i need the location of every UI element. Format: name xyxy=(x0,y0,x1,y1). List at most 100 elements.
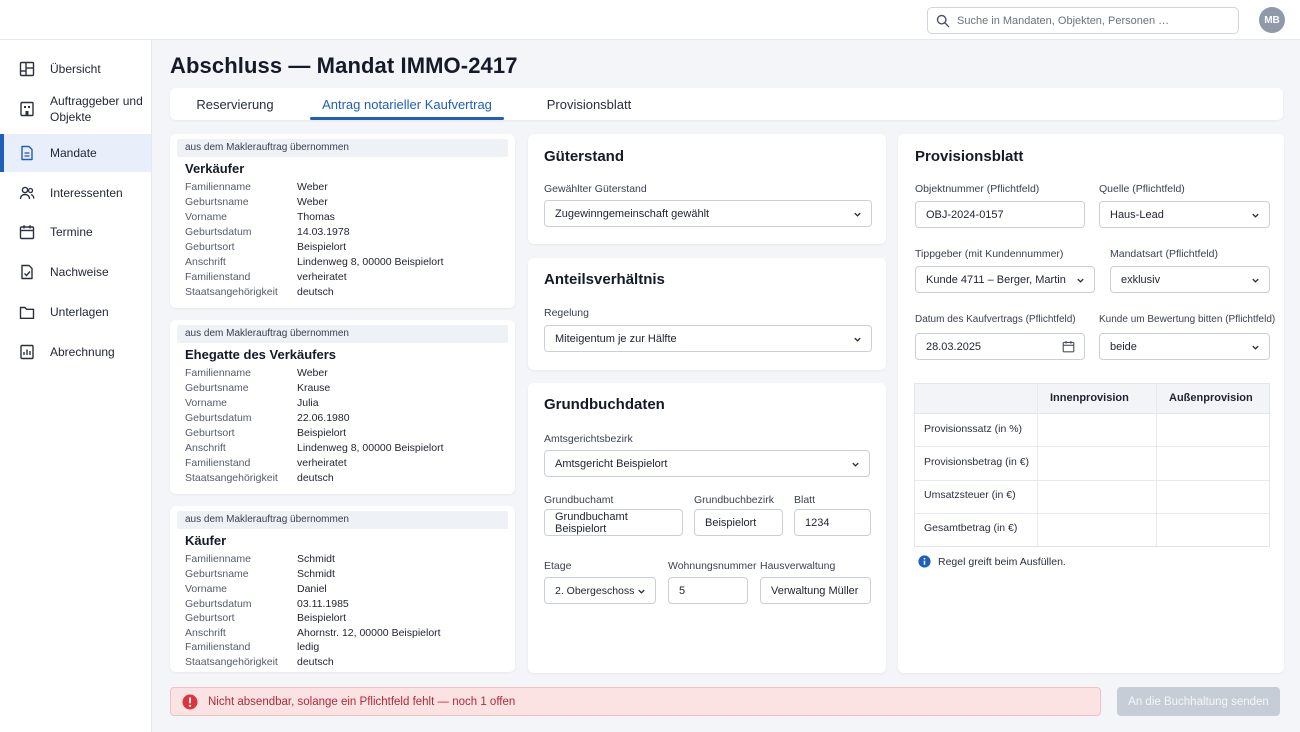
row-value: Beispielort xyxy=(297,241,347,253)
row-value: Thomas xyxy=(297,211,335,223)
alert-text: Nicht absendbar, solange ein Pflichtfeld… xyxy=(208,695,516,708)
row-key: Familienstand xyxy=(185,641,251,653)
tab-bar: Reservierung Antrag notarieller Kaufvert… xyxy=(170,88,1283,120)
grundbuchbezirk-input[interactable]: Beispielort xyxy=(694,509,783,536)
bewertung-select[interactable]: beide xyxy=(1099,333,1270,360)
etage-select[interactable]: 2. Obergeschoss xyxy=(544,577,656,604)
quelle-select[interactable]: Haus-Lead xyxy=(1099,201,1270,228)
row-key: Geburtsort xyxy=(185,241,235,253)
sidebar-item-interessenten[interactable]: Interessenten xyxy=(0,182,151,204)
row-divider xyxy=(915,446,1269,447)
select-value: 2. Obergeschoss xyxy=(555,584,635,597)
row-value: verheiratet xyxy=(297,271,347,283)
person-title: Ehegatte des Verkäufers xyxy=(185,347,337,362)
field-label: Grundbuchbezirk xyxy=(694,494,774,506)
row-value: Daniel xyxy=(297,583,327,595)
folder-icon xyxy=(19,304,35,320)
row-value: 22.06.1980 xyxy=(297,412,350,424)
field-label: Mandatsart (Pflichtfeld) xyxy=(1110,248,1218,260)
tab-reservierung[interactable]: Reservierung xyxy=(188,88,282,120)
hausverwaltung-input[interactable]: Verwaltung Müller xyxy=(760,577,871,604)
kaufvertrag-date-input[interactable]: 28.03.2025 xyxy=(915,333,1085,360)
row-divider xyxy=(915,480,1269,481)
sidebar-item-auftraggeber[interactable]: Auftraggeber und Objekte xyxy=(0,92,151,126)
mandatsart-select[interactable]: exklusiv xyxy=(1110,266,1270,293)
sidebar-item-uebersicht[interactable]: Übersicht xyxy=(0,58,151,80)
table-row-label: Provisionsbetrag (in €) xyxy=(924,456,1030,468)
row-key: Familienname xyxy=(185,553,251,565)
row-key: Anschrift xyxy=(185,442,226,454)
grundbuchamt-input[interactable]: Grundbuchamt Beispielort xyxy=(544,509,683,536)
row-value: Krause xyxy=(297,382,331,394)
field-label: Hausverwaltung xyxy=(760,560,836,572)
person-card-ehegatte: aus dem Maklerauftrag übernommen Ehegatt… xyxy=(170,320,515,494)
sidebar-item-nachweise[interactable]: Nachweise xyxy=(0,261,151,283)
row-value: ledig xyxy=(297,641,320,653)
search-box[interactable] xyxy=(927,7,1239,34)
regelung-select[interactable]: Miteigentum je zur Hälfte xyxy=(544,325,872,352)
user-avatar[interactable]: MB xyxy=(1259,7,1285,33)
calendar-icon[interactable] xyxy=(1062,340,1075,353)
date-value: 28.03.2025 xyxy=(926,340,982,353)
row-value: Beispielort xyxy=(297,612,347,624)
send-to-accounting-button[interactable]: An die Buchhaltung senden xyxy=(1117,687,1280,716)
row-key: Geburtsdatum xyxy=(185,412,252,424)
row-key: Geburtsname xyxy=(185,196,249,208)
sidebar-item-label: Nachweise xyxy=(50,265,109,279)
field-label: Wohnungsnummer xyxy=(668,560,757,572)
tippgeber-select[interactable]: Kunde 4711 – Berger, Martin xyxy=(915,266,1095,293)
chevron-down-icon xyxy=(1252,278,1259,283)
select-value: Amtsgericht Beispielort xyxy=(555,457,668,470)
row-key: Geburtsort xyxy=(185,427,235,439)
row-key: Familienname xyxy=(185,367,251,379)
sidebar: Übersicht Auftraggeber und Objekte Manda… xyxy=(0,40,152,732)
sidebar-item-label: Interessenten xyxy=(50,186,123,200)
provision-table: Innenprovision Außenprovision Provisions… xyxy=(914,383,1270,547)
row-key: Staatsangehörigkeit xyxy=(185,286,278,298)
file-check-icon xyxy=(19,264,35,280)
amtsgericht-select[interactable]: Amtsgericht Beispielort xyxy=(544,450,870,477)
row-key: Geburtsname xyxy=(185,382,249,394)
chevron-down-icon xyxy=(854,212,861,217)
select-value: exklusiv xyxy=(1121,273,1161,286)
row-value: Weber xyxy=(297,181,328,193)
chevron-down-icon xyxy=(1252,213,1259,218)
building-icon xyxy=(19,101,35,117)
gueterstand-card: Güterstand Gewählter Güterstand Zugewinn… xyxy=(528,134,886,244)
section-title: Anteilsverhältnis xyxy=(544,271,665,288)
section-title: Grundbuchdaten xyxy=(544,396,665,413)
sidebar-item-mandate[interactable]: Mandate xyxy=(0,134,151,172)
field-label: Objektnummer (Pflichtfeld) xyxy=(915,183,1040,195)
blatt-input[interactable]: 1234 xyxy=(794,509,871,536)
calendar-icon xyxy=(19,224,35,240)
table-row-label: Provisionssatz (in %) xyxy=(924,423,1023,435)
tab-antrag-kaufvertrag[interactable]: Antrag notarieller Kaufvertrag xyxy=(310,88,504,120)
select-value: beide xyxy=(1110,340,1137,353)
row-key: Vorname xyxy=(185,397,228,409)
sidebar-item-termine[interactable]: Termine xyxy=(0,221,151,243)
sidebar-item-abrechnung[interactable]: Abrechnung xyxy=(0,341,151,363)
field-label: Gewählter Güterstand xyxy=(544,183,647,195)
sidebar-item-label: Auftraggeber und Objekte xyxy=(50,94,143,124)
person-card-verkaeufer: aus dem Maklerauftrag übernommen Verkäuf… xyxy=(170,134,515,308)
table-row-label: Umsatzsteuer (in €) xyxy=(924,489,1016,501)
row-value: Lindenweg 8, 00000 Beispielort xyxy=(297,256,444,268)
row-key: Anschrift xyxy=(185,627,226,639)
search-input[interactable] xyxy=(957,14,1227,27)
sidebar-item-unterlagen[interactable]: Unterlagen xyxy=(0,301,151,323)
tab-provisionsblatt[interactable]: Provisionsblatt xyxy=(540,88,638,120)
field-label: Quelle (Pflichtfeld) xyxy=(1099,183,1185,195)
people-icon xyxy=(19,185,35,201)
objektnummer-input[interactable]: OBJ-2024-0157 xyxy=(915,201,1085,228)
select-value: Miteigentum je zur Hälfte xyxy=(555,332,677,345)
row-value: Schmidt xyxy=(297,553,335,565)
field-label: Amtsgerichtsbezirk xyxy=(544,433,633,445)
wohnungsnummer-input[interactable]: 5 xyxy=(668,577,748,604)
field-label: Blatt xyxy=(794,494,816,506)
field-label: Kunde um Bewertung bitten (Pflichtfeld) xyxy=(1099,314,1276,325)
sidebar-item-label: Unterlagen xyxy=(50,305,109,319)
gueterstand-select[interactable]: Zugewinngemeinschaft gewählt xyxy=(544,200,872,227)
row-value: Lindenweg 8, 00000 Beispielort xyxy=(297,442,444,454)
anteil-card: Anteilsverhältnis Regelung Miteigentum j… xyxy=(528,258,886,370)
section-title: Provisionsblatt xyxy=(915,148,1024,165)
